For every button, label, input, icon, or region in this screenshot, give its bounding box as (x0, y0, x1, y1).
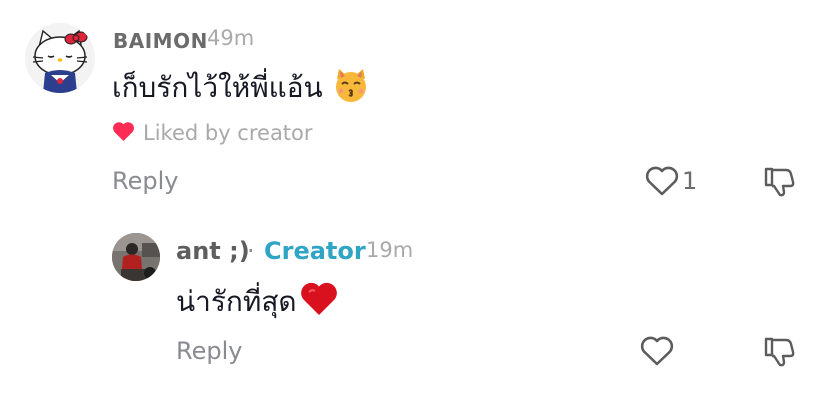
reply-text: น่ารักที่สุด (176, 285, 297, 318)
avatar[interactable] (112, 233, 160, 281)
creator-badge: Creator (264, 237, 366, 265)
comment-text-row: เก็บรักไว้ให้พี่แอ้น (112, 66, 369, 110)
kissing-cat-emoji-icon (333, 67, 369, 110)
separator-dot: · (247, 237, 255, 265)
heart-outline-icon (645, 166, 679, 196)
like-count: 1 (682, 167, 698, 195)
user-photo-avatar-icon (112, 233, 160, 281)
comment-text: เก็บรักไว้ให้พี่แอ้น (112, 71, 323, 104)
reply-button[interactable]: Reply (176, 337, 242, 365)
reply-timestamp: 19m (366, 238, 414, 262)
reply-text-row: น่ารักที่สุด (176, 280, 338, 324)
comment-username[interactable]: BAIMON (113, 29, 208, 53)
like-button[interactable] (645, 165, 679, 197)
reply-username[interactable]: ant ;) (176, 237, 250, 265)
liked-by-label: Liked by creator (143, 121, 313, 145)
comment-timestamp: 49m (207, 26, 255, 50)
red-heart-emoji-icon (300, 281, 338, 324)
heart-outline-icon (640, 336, 674, 366)
hello-kitty-avatar-icon (25, 23, 95, 93)
reply-button[interactable]: Reply (112, 167, 178, 195)
thumbs-down-icon (764, 167, 795, 197)
liked-by-creator: Liked by creator (112, 119, 313, 147)
dislike-button[interactable] (762, 335, 796, 369)
like-button[interactable] (640, 335, 674, 367)
heart-icon (112, 121, 135, 146)
thumbs-down-icon (764, 337, 795, 367)
avatar[interactable] (25, 23, 95, 93)
dislike-button[interactable] (762, 165, 796, 199)
